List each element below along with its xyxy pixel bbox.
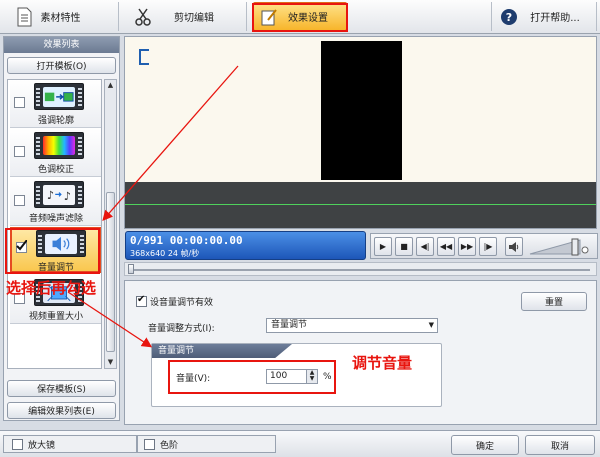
save-template-button[interactable]: 保存模板(S) (7, 380, 116, 397)
tab-label: 打开帮助... (530, 13, 580, 24)
annotation-highlight-volume (168, 360, 336, 394)
effect-item-emphasize-outline[interactable]: 强调轮廓 (10, 80, 101, 128)
scroll-down-arrow-icon[interactable]: ▼ (106, 358, 115, 367)
levels-toggle[interactable]: 色阶 (137, 435, 276, 453)
timecode-display: 0/991 00:00:00.00 368x640 24 帧/秒 (125, 231, 366, 260)
effect-item-color-correction[interactable]: 色调校正 (10, 129, 101, 177)
annotation-select-then-check: 选择后再勾选 (6, 279, 97, 297)
video-frame (321, 41, 402, 180)
waveform-line (125, 204, 596, 205)
music-notes-icon: ♪ ♪ (43, 185, 75, 205)
dropdown-arrow-icon: ▼ (428, 321, 434, 329)
effect-label: 视频重置大小 (28, 312, 83, 322)
effect-checkbox[interactable] (14, 146, 25, 157)
group-title: 音量调节 (152, 344, 292, 358)
enable-volume-label: 设音量调节有效 (150, 298, 214, 308)
volume-slider[interactable] (528, 238, 590, 256)
scroll-thumb[interactable] (106, 192, 115, 352)
fast-forward-icon[interactable]: ▶▶ (458, 237, 476, 256)
edit-effect-list-button[interactable]: 编辑效果列表(E) (7, 402, 116, 419)
video-format-info: 368x640 24 帧/秒 (130, 249, 200, 258)
levels-label: 色阶 (160, 441, 179, 451)
annotation-adjust-volume: 调节音量 (352, 354, 413, 372)
effect-checkbox[interactable] (14, 195, 25, 206)
outline-effect-icon (43, 87, 75, 107)
volume-mode-select[interactable]: 音量调节 ▼ (266, 318, 438, 333)
mute-speaker-icon[interactable] (505, 237, 523, 256)
volume-mode-value: 音量调节 (271, 320, 308, 330)
crop-bracket-icon (139, 49, 149, 65)
magnifier-checkbox[interactable] (12, 439, 23, 450)
effect-label: 强调轮廓 (37, 116, 74, 126)
timecode-main: 0/991 00:00:00.00 (130, 234, 243, 247)
tab-label: 剪切编辑 (174, 13, 214, 24)
stop-icon[interactable]: ■ (395, 237, 413, 256)
effect-label: 音频噪声滤除 (28, 214, 83, 224)
enable-volume-checkbox[interactable] (136, 294, 147, 307)
levels-checkbox[interactable] (144, 439, 155, 450)
color-spectrum-icon (43, 136, 75, 155)
magnifier-label: 放大镜 (28, 441, 56, 451)
seek-bar[interactable] (124, 262, 597, 276)
reset-button[interactable]: 重置 (521, 292, 587, 311)
annotation-highlight-tab (252, 3, 348, 32)
next-frame-icon[interactable]: |▶ (479, 237, 497, 256)
play-icon[interactable]: ▶ (374, 237, 392, 256)
panel-title: 效果列表 (4, 37, 119, 53)
audio-waveform-timeline (125, 182, 596, 228)
effect-list: 强调轮廓 色调校正 ♪ ♪ 音频噪声滤除 音量调节 视频重置大小 (7, 79, 102, 369)
effect-checkbox[interactable] (14, 97, 25, 108)
effect-list-scrollbar[interactable]: ▲ ▼ (104, 79, 117, 369)
tab-cut-edit[interactable]: 剪切编辑 (122, 2, 247, 31)
video-preview (124, 36, 597, 229)
playback-controls: ▶ ■ ◀| ◀◀ ▶▶ |▶ (370, 233, 598, 259)
rewind-icon[interactable]: ◀◀ (437, 237, 455, 256)
ok-button[interactable]: 确定 (451, 435, 519, 455)
bottom-bar: 放大镜 色阶 确定 取消 (0, 430, 600, 457)
cancel-button[interactable]: 取消 (525, 435, 595, 455)
tab-label: 素材特性 (40, 13, 81, 24)
scroll-up-arrow-icon[interactable]: ▲ (106, 81, 115, 90)
tab-clip-properties[interactable]: 素材特性 (3, 2, 119, 31)
effect-thumbnail: ♪ ♪ (34, 181, 84, 208)
speaker-icon (509, 242, 519, 252)
seek-knob[interactable] (128, 264, 134, 274)
prev-frame-icon[interactable]: ◀| (416, 237, 434, 256)
help-button[interactable]: ? 打开帮助... (491, 2, 597, 31)
effect-thumbnail (34, 132, 84, 159)
magnifier-toggle[interactable]: 放大镜 (3, 435, 137, 453)
svg-text:♪: ♪ (47, 189, 54, 202)
svg-text:?: ? (506, 11, 512, 24)
svg-text:♪: ♪ (64, 190, 71, 203)
volume-mode-label: 音量调整方式(I): (148, 324, 215, 334)
seek-track (131, 269, 590, 271)
effect-thumbnail (34, 83, 84, 110)
annotation-highlight-item (5, 228, 100, 274)
open-template-button[interactable]: 打开模板(O) (7, 57, 116, 74)
effect-label: 色调校正 (37, 165, 74, 175)
effect-item-audio-noise-filter[interactable]: ♪ ♪ 音频噪声滤除 (10, 178, 101, 226)
